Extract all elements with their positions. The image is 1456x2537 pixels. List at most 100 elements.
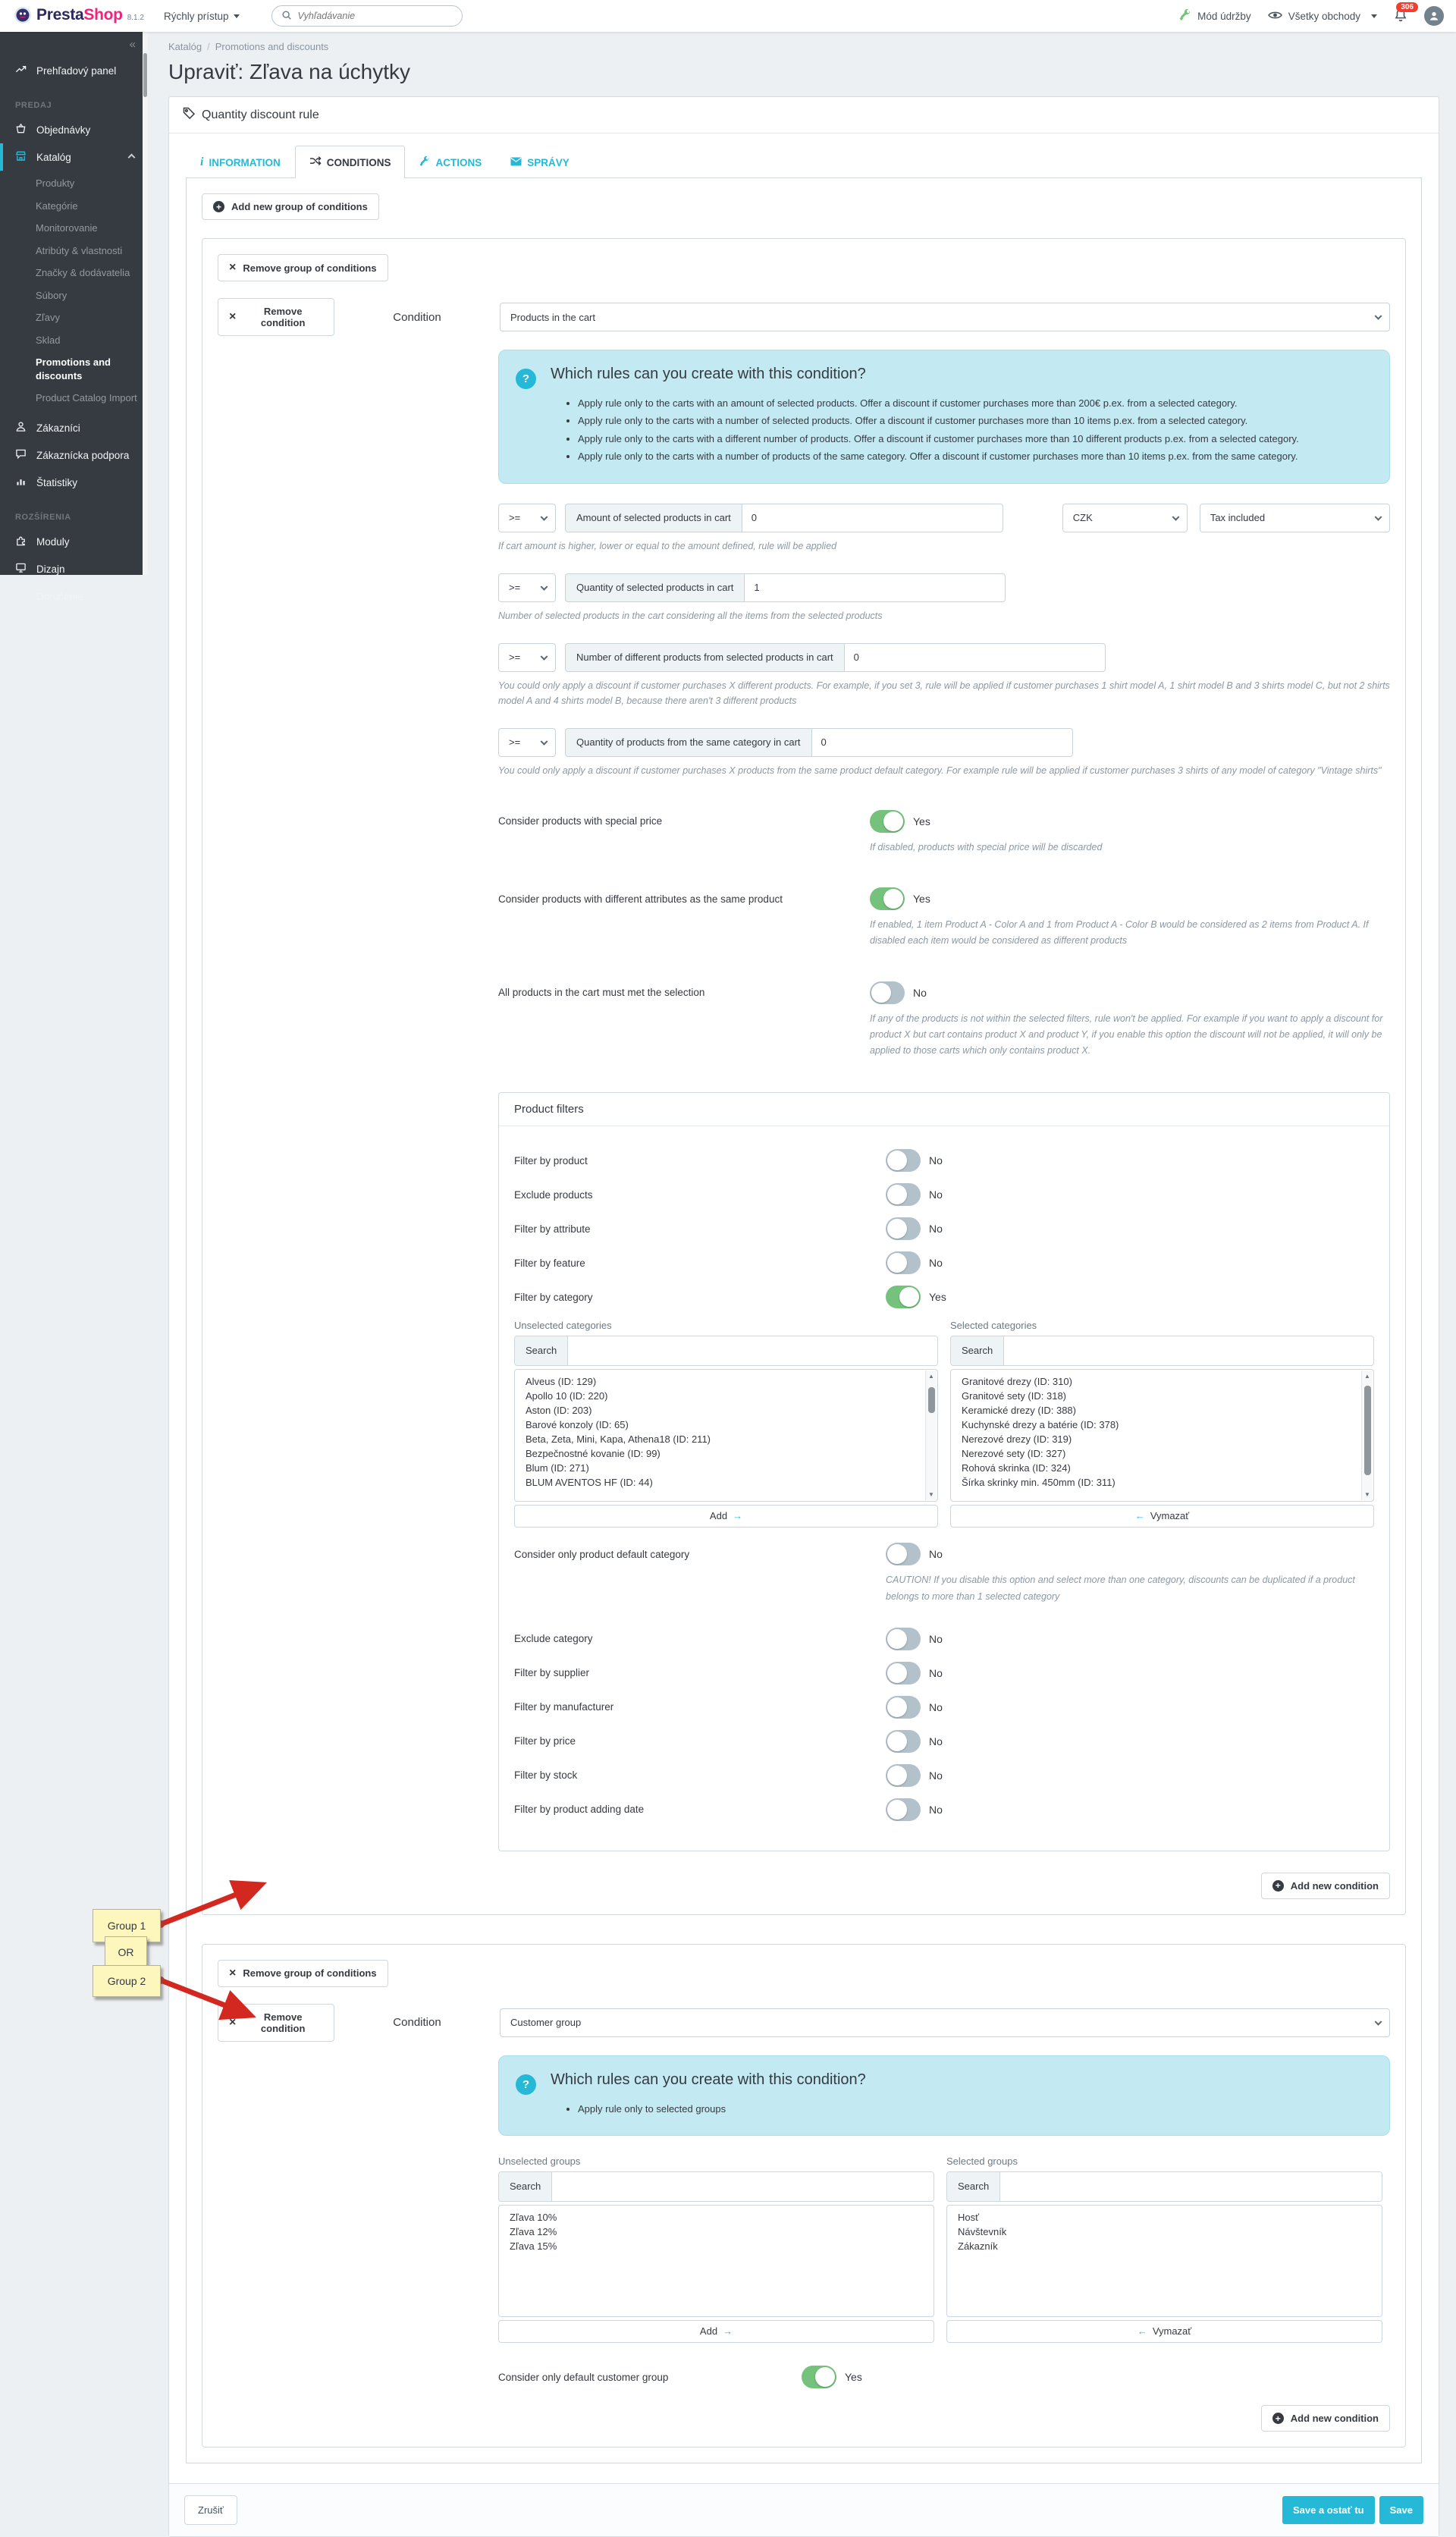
remove-groups-button[interactable]: Vymazať — [946, 2320, 1382, 2344]
toggle-switch[interactable] — [870, 887, 905, 910]
sidebar-item-design[interactable]: Dizajn — [0, 555, 148, 582]
different-products-input[interactable] — [843, 642, 1106, 672]
sidebar-subitem[interactable]: Sklad — [0, 329, 148, 352]
breadcrumb-parent[interactable]: Katalóg — [168, 41, 202, 52]
list-item[interactable]: Zľava 10% — [499, 2210, 934, 2225]
sidebar-item-modules[interactable]: Moduly — [0, 528, 148, 555]
same-category-input[interactable] — [811, 727, 1073, 757]
remove-group-button[interactable]: Remove group of conditions — [218, 1959, 388, 1987]
sidebar-scrollbar-thumb[interactable] — [143, 53, 147, 97]
list-scrollbar[interactable] — [1361, 1371, 1373, 1501]
global-search[interactable] — [271, 5, 463, 27]
list-item[interactable]: Nerezové drezy (ID: 319) — [951, 1432, 1358, 1446]
toggle-switch[interactable] — [802, 2366, 836, 2389]
list-item[interactable]: Beta, Zeta, Mini, Kapa, Athena18 (ID: 21… — [515, 1432, 922, 1446]
toggle-switch[interactable] — [886, 1149, 921, 1173]
list-item[interactable]: Keramické drezy (ID: 388) — [951, 1403, 1358, 1418]
remove-condition-button[interactable]: Remove condition — [218, 298, 334, 336]
sidebar-item-stats[interactable]: Štatistiky — [0, 469, 148, 496]
list-item[interactable]: Apollo 10 (ID: 220) — [515, 1389, 922, 1403]
toggle-switch[interactable] — [886, 1661, 921, 1685]
sidebar-subitem[interactable]: Kategórie — [0, 195, 148, 218]
sidebar-item-catalog[interactable]: Katalóg — [0, 143, 148, 171]
save-and-stay-button[interactable]: Save a ostať tu — [1282, 2496, 1375, 2525]
scrollbar-thumb[interactable] — [1364, 1386, 1371, 1476]
list-item[interactable]: Návštevník — [947, 2225, 1382, 2239]
save-button[interactable]: Save — [1379, 2496, 1423, 2525]
list-item[interactable]: Granitové sety (ID: 318) — [951, 1389, 1358, 1403]
search-input[interactable] — [297, 11, 453, 21]
add-new-cond-button[interactable]: Add new condition — [1260, 2405, 1390, 2432]
tab-conditions[interactable]: CONDITIONS — [294, 146, 406, 178]
operator-select[interactable]: >= — [498, 642, 556, 672]
quantity-input[interactable] — [744, 573, 1006, 602]
toggle-switch[interactable] — [886, 1217, 921, 1241]
sidebar-subitem[interactable]: Atribúty & vlastnosti — [0, 240, 148, 262]
toggle-switch[interactable] — [886, 1729, 921, 1753]
unselected-categories-search-input[interactable] — [568, 1336, 937, 1366]
add-groups-button[interactable]: Add — [498, 2320, 934, 2344]
tab-messages[interactable]: SPRÁVY — [496, 146, 584, 178]
add-new-condition-button[interactable]: Add new condition — [1260, 1872, 1390, 1899]
user-avatar[interactable] — [1424, 6, 1444, 26]
sidebar-item-customer-service[interactable]: Zákaznícka podpora — [0, 441, 148, 469]
toggle-switch[interactable] — [886, 1286, 921, 1309]
remove-condition-button[interactable]: Remove condition — [218, 2003, 334, 2042]
operator-select[interactable]: >= — [498, 727, 556, 757]
tab-information[interactable]: i INFORMATION — [186, 146, 295, 178]
list-item[interactable]: Kuchynské drezy a batérie (ID: 378) — [951, 1418, 1358, 1432]
selected-groups-search-input[interactable] — [1000, 2172, 1382, 2202]
tax-select[interactable]: Tax included — [1199, 503, 1390, 532]
notifications-bell[interactable]: 306 — [1394, 2, 1418, 24]
toggle-switch[interactable] — [886, 1251, 921, 1275]
sidebar-collapse-button[interactable] — [0, 35, 148, 52]
add-group-of-conditions-button[interactable]: Add new group of conditions — [202, 193, 379, 220]
sidebar-subitem[interactable]: Súbory — [0, 284, 148, 307]
sidebar-subitem[interactable]: Zľavy — [0, 306, 148, 329]
list-scrollbar[interactable] — [925, 1371, 937, 1501]
amount-input[interactable] — [741, 503, 1003, 532]
condition-select[interactable]: Products in the cart — [500, 303, 1390, 331]
remove-categories-button[interactable]: Vymazať — [950, 1505, 1374, 1528]
toggle-switch[interactable] — [870, 981, 905, 1004]
condition-select[interactable]: Customer group — [500, 2008, 1390, 2037]
list-item[interactable]: Aston (ID: 203) — [515, 1403, 922, 1418]
list-item[interactable]: Bezpečnostné kovanie (ID: 99) — [515, 1446, 922, 1461]
shop-selector[interactable]: Všetky obchody — [1267, 10, 1377, 23]
toggle-switch[interactable] — [886, 1627, 921, 1650]
sidebar-item-shipping[interactable]: Doručenie — [0, 582, 148, 610]
list-item[interactable]: Šírka skrinky min. 450mm (ID: 311) — [951, 1475, 1358, 1490]
toggle-switch[interactable] — [886, 1183, 921, 1207]
selected-categories-search-input[interactable] — [1004, 1336, 1373, 1366]
sidebar-subitem[interactable]: Produkty — [0, 172, 148, 195]
brand[interactable]: PrestaShop 8.1.2 — [14, 6, 144, 27]
sidebar-item-customers[interactable]: Zákazníci — [0, 414, 148, 441]
currency-select[interactable]: CZK — [1062, 503, 1188, 532]
toggle-switch[interactable] — [886, 1695, 921, 1719]
list-item[interactable]: Barové konzoly (ID: 65) — [515, 1418, 922, 1432]
sidebar-subitem[interactable]: Product Catalog Import — [0, 387, 148, 410]
sidebar-subitem[interactable]: Promotions and discounts — [0, 351, 148, 387]
list-item[interactable]: Zákazník — [947, 2239, 1382, 2253]
list-item[interactable]: Nerezové sety (ID: 327) — [951, 1446, 1358, 1461]
add-categories-button[interactable]: Add — [514, 1505, 938, 1528]
operator-select[interactable]: >= — [498, 573, 556, 602]
toggle-switch[interactable] — [870, 809, 905, 833]
sidebar-item-dashboard[interactable]: Prehľadový panel — [0, 57, 148, 84]
remove-group-button[interactable]: Remove group of conditions — [218, 254, 388, 281]
list-item[interactable]: BLUM AVENTOS HF (ID: 44) — [515, 1475, 922, 1490]
tab-actions[interactable]: ACTIONS — [405, 146, 496, 178]
list-item[interactable]: Alveus (ID: 129) — [515, 1374, 922, 1389]
quick-access-menu[interactable]: Rýchly prístup — [164, 11, 240, 22]
sidebar-scrollbar[interactable] — [143, 32, 148, 575]
toggle-switch[interactable] — [886, 1798, 921, 1821]
sidebar-subitem[interactable]: Monitorovanie — [0, 217, 148, 240]
list-item[interactable]: Zľava 12% — [499, 2225, 934, 2239]
list-item[interactable]: Granitové drezy (ID: 310) — [951, 1374, 1358, 1389]
sidebar-subitem[interactable]: Značky & dodávatelia — [0, 262, 148, 284]
toggle-switch[interactable] — [886, 1543, 921, 1566]
unselected-groups-search-input[interactable] — [552, 2172, 934, 2202]
operator-select[interactable]: >= — [498, 503, 556, 532]
scrollbar-thumb[interactable] — [928, 1387, 935, 1414]
list-item[interactable]: Zľava 15% — [499, 2239, 934, 2253]
